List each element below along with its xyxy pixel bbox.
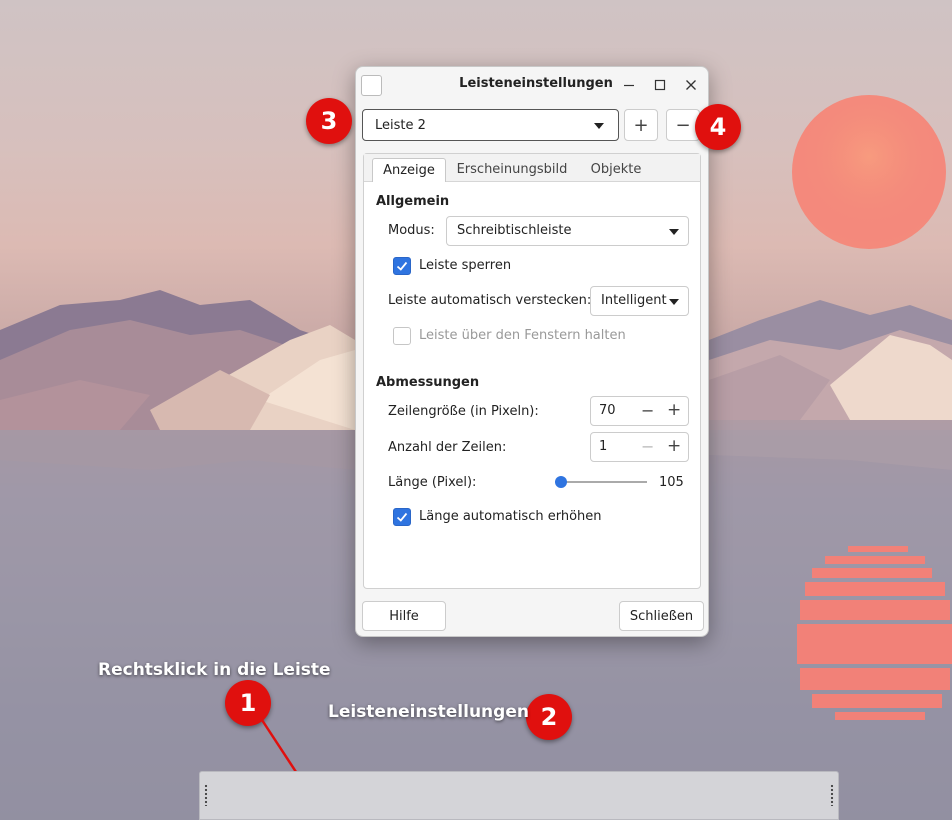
annotation-badge-2: 2	[526, 694, 572, 740]
row-size-increment[interactable]: +	[667, 400, 681, 420]
autohide-dropdown[interactable]: Intelligent	[590, 286, 689, 316]
mode-value: Schreibtischleiste	[457, 223, 572, 238]
panel-grip-right-icon[interactable]	[830, 784, 834, 806]
maximize-icon[interactable]	[649, 74, 671, 96]
minimize-icon[interactable]	[618, 74, 640, 96]
rows-decrement[interactable]: −	[641, 437, 654, 456]
autoincrease-label: Länge automatisch erhöhen	[419, 509, 602, 524]
autoincrease-checkbox[interactable]	[393, 508, 411, 526]
row-size-decrement[interactable]: −	[641, 401, 654, 420]
annotation-badge-4: 4	[695, 104, 741, 150]
tab-objekte[interactable]: Objekte	[586, 158, 646, 182]
annotation-right-click: Rechtsklick in die Leiste	[98, 660, 331, 680]
app-icon	[361, 75, 382, 96]
row-size-label: Zeilengröße (in Pixeln):	[388, 404, 539, 419]
tab-erscheinungsbild[interactable]: Erscheinungsbild	[454, 158, 570, 182]
close-icon[interactable]	[680, 74, 702, 96]
title-bar[interactable]: Leisteneinstellungen	[356, 67, 708, 103]
panel-preferences-window: Leisteneinstellungen Leiste 2 + − Anzeig…	[355, 66, 709, 637]
annotation-badge-1: 1	[225, 680, 271, 726]
panel-grip-left-icon[interactable]	[204, 784, 208, 806]
mode-label: Modus:	[388, 223, 435, 238]
autohide-label: Leiste automatisch verstecken:	[388, 293, 592, 308]
row-size-value[interactable]: 70	[599, 403, 616, 418]
tab-anzeige[interactable]: Anzeige	[372, 158, 446, 182]
length-slider-track[interactable]	[557, 481, 647, 483]
section-heading-general: Allgemein	[376, 194, 450, 209]
mode-dropdown[interactable]: Schreibtischleiste	[446, 216, 689, 246]
help-button[interactable]: Hilfe	[362, 601, 446, 631]
lock-panel-label: Leiste sperren	[419, 258, 512, 273]
rows-stepper[interactable]: 1 − +	[590, 432, 689, 462]
length-value: 105	[659, 475, 684, 490]
desktop-panel[interactable]	[199, 771, 839, 820]
panel-selector-value: Leiste 2	[375, 118, 426, 133]
annotation-menu-item: Leisteneinstellungen	[328, 702, 529, 722]
chevron-down-icon	[669, 229, 679, 235]
annotation-badge-3: 3	[306, 98, 352, 144]
row-size-stepper[interactable]: 70 − +	[590, 396, 689, 426]
tab-bar: Anzeige Erscheinungsbild Objekte	[364, 154, 700, 182]
add-panel-button[interactable]: +	[624, 109, 658, 141]
rows-label: Anzahl der Zeilen:	[388, 440, 507, 455]
chevron-down-icon	[594, 123, 604, 129]
keep-above-label: Leiste über den Fenstern halten	[419, 328, 626, 343]
section-heading-dimensions: Abmessungen	[376, 375, 480, 390]
close-button[interactable]: Schließen	[619, 601, 704, 631]
lock-panel-checkbox[interactable]	[393, 257, 411, 275]
keep-above-checkbox[interactable]	[393, 327, 411, 345]
window-title: Leisteneinstellungen	[459, 76, 613, 91]
panel-selector-dropdown[interactable]: Leiste 2	[362, 109, 619, 141]
autohide-value: Intelligent	[601, 293, 667, 308]
rows-value[interactable]: 1	[599, 439, 607, 454]
chevron-down-icon	[669, 299, 679, 305]
length-slider-handle[interactable]	[555, 476, 567, 488]
rows-increment[interactable]: +	[667, 436, 681, 456]
length-label: Länge (Pixel):	[388, 475, 477, 490]
